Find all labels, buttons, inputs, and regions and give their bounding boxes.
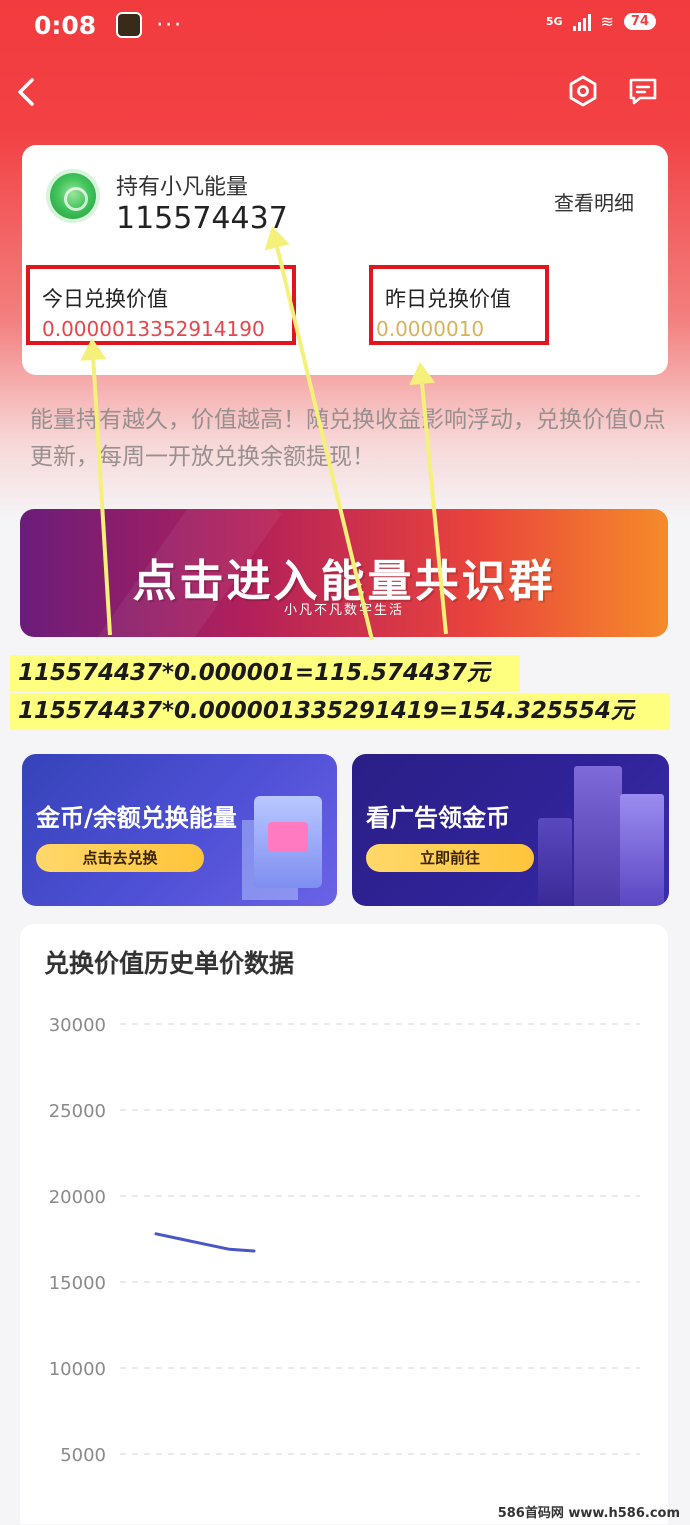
y-tick-label: 25000 xyxy=(49,1101,106,1122)
yesterday-value-box: 昨日兑换价值 0.0000010 xyxy=(369,265,549,345)
battery-indicator: 74 xyxy=(623,13,656,30)
y-tick-label: 5000 xyxy=(60,1445,106,1466)
series-line xyxy=(154,1232,256,1253)
promo-title: 看广告领金币 xyxy=(366,804,510,832)
energy-label: 持有小凡能量 xyxy=(116,175,249,200)
app-notification-icon xyxy=(116,12,143,38)
price-history-chart-card: 兑换价值历史单价数据 30000 25000 20000 15000 10000 5000 xyxy=(20,924,668,1524)
city-illustration xyxy=(574,766,622,906)
shop-illustration xyxy=(254,796,322,888)
go-exchange-button[interactable]: 点击去兑换 xyxy=(36,844,204,872)
today-value-label: 今日兑换价值 xyxy=(42,287,168,311)
energy-value: 115574437 xyxy=(116,201,288,236)
status-bar: 0:08 ··· 5G ≋ 74 xyxy=(0,0,690,50)
calculation-line: 115574437*0.000001335291419=154.325554元 xyxy=(10,693,670,730)
y-tick-label: 15000 xyxy=(49,1273,106,1294)
back-button[interactable] xyxy=(10,72,44,112)
promo-title: 金币/余额兑换能量 xyxy=(36,804,237,832)
join-group-banner[interactable]: 点击进入能量共识群 小凡不凡数字生活 xyxy=(20,509,668,637)
message-button[interactable] xyxy=(626,74,660,108)
price-history-chart: 30000 25000 20000 15000 10000 5000 xyxy=(49,1015,640,1466)
settings-button[interactable] xyxy=(566,74,600,108)
yesterday-value-label: 昨日兑换价值 xyxy=(385,287,511,311)
y-tick-label: 20000 xyxy=(49,1187,106,1208)
notice-text: 能量持有越久，价值越高！随兑换收益影响浮动，兑换价值0点更新，每周一开放兑换余额… xyxy=(30,407,666,470)
status-indicators: 5G ≋ 74 xyxy=(546,12,656,31)
more-notifications-icon: ··· xyxy=(156,12,184,38)
view-details-link[interactable]: 查看明细 xyxy=(554,187,634,216)
today-value-box: 今日兑换价值 0.0000013352914190 xyxy=(26,265,296,345)
banner-subtitle: 小凡不凡数字生活 xyxy=(283,603,404,618)
today-value: 0.0000013352914190 xyxy=(42,317,265,341)
city-illustration xyxy=(620,794,664,906)
city-illustration xyxy=(538,818,572,906)
y-tick-label: 10000 xyxy=(49,1359,106,1380)
network-type: 5G xyxy=(545,15,563,28)
energy-card: 持有小凡能量 115574437 查看明细 今日兑换价值 0.000001335… xyxy=(22,145,668,375)
wifi-icon: ≋ xyxy=(600,12,614,31)
hexagon-settings-icon xyxy=(569,75,597,107)
chevron-left-icon xyxy=(18,78,34,106)
message-icon xyxy=(629,78,657,105)
y-tick-label: 30000 xyxy=(49,1015,106,1036)
calculation-annotation: 115574437*0.000001=115.574437元 115574437… xyxy=(10,655,670,731)
exchange-energy-card[interactable]: 金币/余额兑换能量 点击去兑换 xyxy=(22,754,337,906)
watch-ads-card[interactable]: 看广告领金币 立即前往 xyxy=(352,754,669,906)
yesterday-value: 0.0000010 xyxy=(376,317,485,341)
energy-coin-icon xyxy=(50,173,96,219)
watermark: 586首码网 www.h586.com xyxy=(497,1506,680,1521)
calculation-line: 115574437*0.000001=115.574437元 xyxy=(10,655,520,692)
go-now-button[interactable]: 立即前往 xyxy=(366,844,534,872)
signal-icon xyxy=(572,13,591,31)
status-time: 0:08 xyxy=(34,10,97,40)
